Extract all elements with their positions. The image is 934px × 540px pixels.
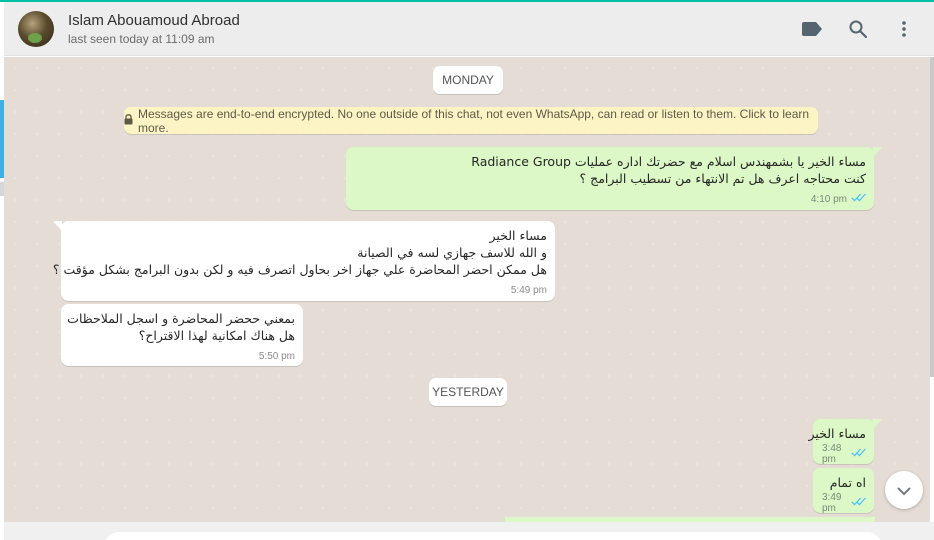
bubble-tail — [873, 147, 882, 157]
message-outgoing[interactable]: مساء الخير يا بشمهندس اسلام مع حضرتك ادا… — [346, 147, 882, 210]
menu-icon[interactable] — [892, 17, 916, 41]
message-line: و الله للاسف جهازي لسه في الصيانة — [357, 245, 547, 260]
message-incoming[interactable]: مساء الخير و الله للاسف جهازي لسه في الص… — [52, 221, 555, 301]
label-icon[interactable] — [800, 17, 824, 41]
message-line: بمعني ححضر المحاضرة و اسجل الملاحظات — [67, 311, 295, 326]
bubble-tail — [53, 221, 62, 231]
message-time: 5:49 pm — [510, 284, 547, 296]
message-input[interactable] — [104, 532, 882, 540]
contact-last-seen: last seen today at 11:09 am — [68, 31, 215, 46]
date-divider-monday: MONDAY — [433, 66, 503, 94]
bubble-tail — [873, 419, 882, 429]
message-line: اه تمام — [829, 475, 866, 490]
search-icon[interactable] — [846, 17, 870, 41]
message-line: مساء الخير — [808, 426, 866, 441]
lock-icon — [124, 113, 133, 128]
encryption-text: Messages are end-to-end encrypted. No on… — [138, 106, 810, 135]
chat-header[interactable]: Islam Abouamoud Abroad last seen today a… — [4, 2, 934, 56]
chat-scrollbar[interactable] — [930, 57, 934, 377]
message-time: 3:49 pm — [822, 492, 842, 514]
compose-bar — [4, 522, 934, 540]
contact-name: Islam Abouamoud Abroad — [68, 11, 240, 29]
date-divider-yesterday: YESTERDAY — [429, 378, 507, 406]
contact-info[interactable]: Islam Abouamoud Abroad last seen today a… — [68, 11, 240, 47]
message-line: مساء الخير — [489, 228, 547, 243]
chevron-down-icon — [897, 481, 911, 500]
message-time: 4:10 pm — [810, 193, 847, 205]
message-line: مساء الخير يا بشمهندس اسلام مع حضرتك ادا… — [471, 154, 866, 169]
message-outgoing[interactable]: اه تمام 3:49 pm — [813, 468, 874, 514]
message-line: هل هناك امكانية لهذا الاقتراح؟ — [138, 328, 295, 343]
message-time: 3:48 pm — [822, 443, 842, 465]
encryption-notice[interactable]: Messages are end-to-end encrypted. No on… — [124, 106, 818, 135]
message-pane[interactable]: MONDAY Messages are end-to-end encrypted… — [4, 57, 930, 522]
read-ticks-icon — [851, 193, 866, 205]
message-line: هل ممكن احضر المحاضرة علي جهاز اخر بحاول… — [52, 262, 547, 277]
message-outgoing[interactable]: مساء الخير 3:48 pm — [808, 419, 882, 465]
read-ticks-icon — [851, 497, 866, 509]
message-time: 5:50 pm — [258, 350, 295, 362]
message-line: كنت محتاجه اعرف هل تم الانتهاء من تسطيب … — [579, 171, 866, 186]
contact-avatar[interactable] — [18, 10, 54, 47]
message-incoming[interactable]: بمعني ححضر المحاضرة و اسجل الملاحظات هل … — [61, 304, 303, 366]
read-ticks-icon — [851, 448, 866, 460]
scroll-to-bottom-button[interactable] — [885, 471, 923, 509]
